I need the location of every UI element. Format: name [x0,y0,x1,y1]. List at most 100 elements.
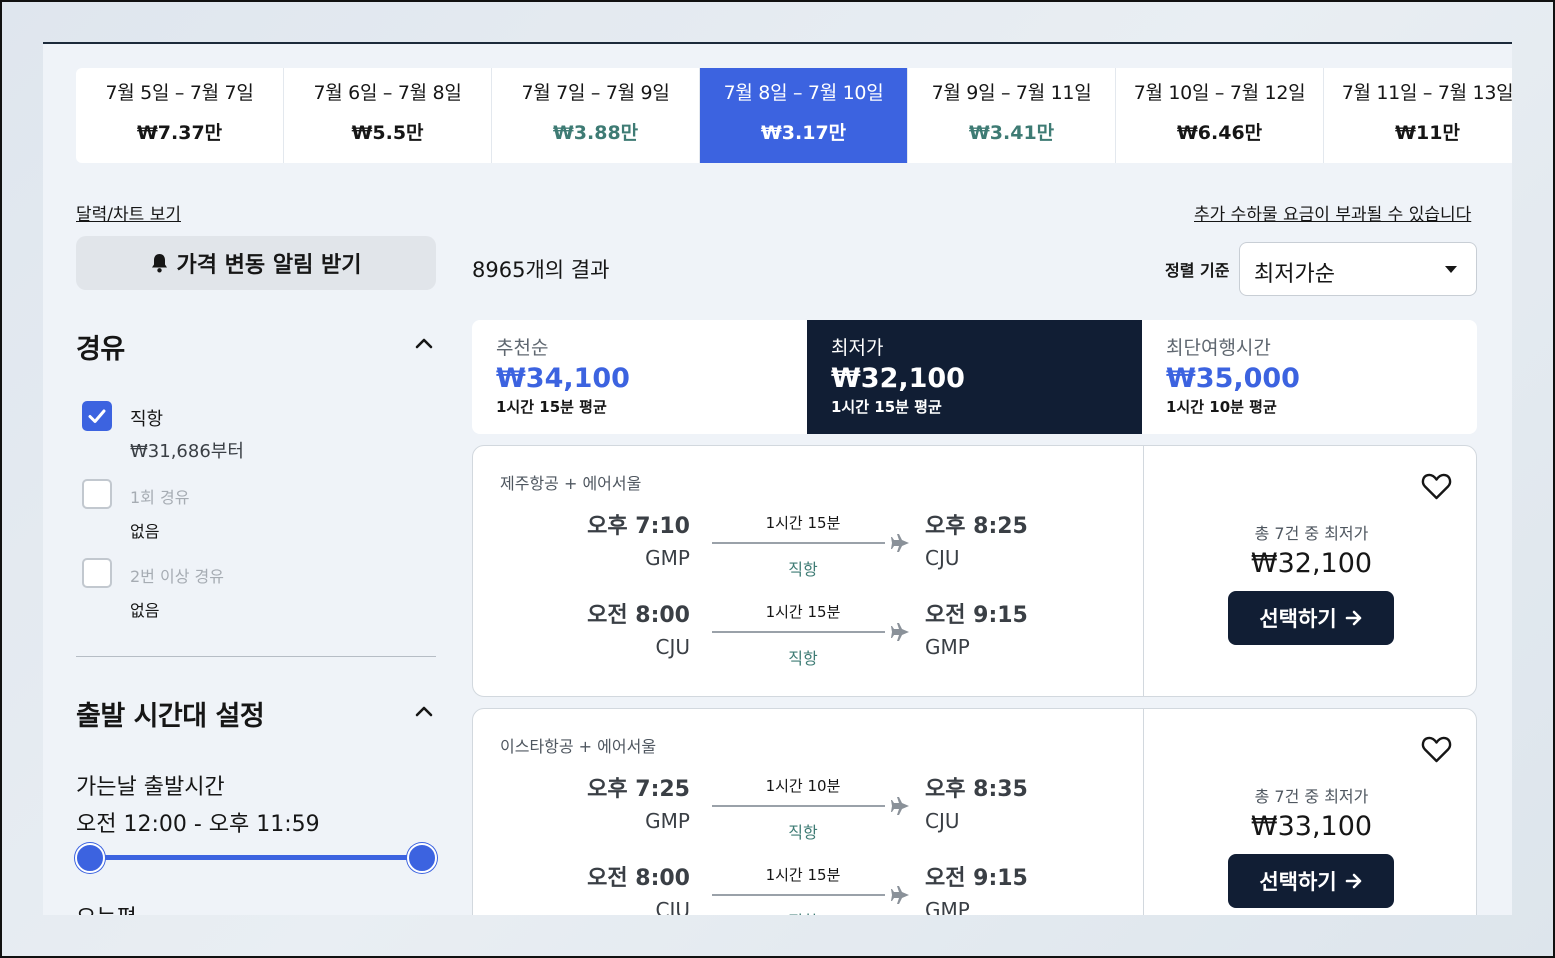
date-range: 7월 5일 – 7월 7일 [105,82,254,104]
date-option[interactable]: 7월 7일 – 7월 9일 ₩3.88만 [492,68,700,163]
stop-info: 직항 [788,823,818,842]
arrival-time: 오전 9:15 [925,866,1028,891]
tab-avg-duration: 1시간 15분 평균 [496,398,607,416]
airline-name: 이스타항공 + 에어서울 [500,737,657,756]
airplane-icon [891,534,909,552]
sort-dropdown[interactable]: 최저가순 [1239,242,1477,296]
caret-down-icon [1445,266,1457,273]
two-plus-stops-checkbox[interactable] [82,558,112,588]
flight-price: ₩32,100 [1250,548,1373,579]
date-option[interactable]: 7월 10일 – 7월 12일 ₩6.46만 [1116,68,1324,163]
airplane-icon [891,886,909,904]
date-range: 7월 9일 – 7월 11일 [931,82,1092,104]
header-border [43,42,1512,44]
airplane-icon [891,797,909,815]
flight-result-card[interactable]: 제주항공 + 에어서울 오후 7:10 GMP 1시간 15분 직항 오후 8:… [472,445,1477,697]
baggage-fee-link[interactable]: 추가 수하물 요금이 부과될 수 있습니다 [1194,200,1471,225]
date-price: ₩3.88만 [552,122,639,144]
departure-airport: CJU [655,635,690,659]
tab-recommended[interactable]: 추천순 ₩34,100 1시간 15분 평균 [472,320,807,434]
flight-duration: 1시간 15분 [765,603,841,621]
flight-duration: 1시간 10분 [765,777,841,795]
one-stop-sub: 없음 [130,522,160,541]
date-price: ₩7.37만 [136,122,223,144]
arrow-right-icon [1345,873,1361,889]
price-alert-button[interactable]: 가격 변동 알림 받기 [76,236,436,290]
cheapest-deal-text: 총 7건 중 최저가 [1254,524,1369,543]
select-button[interactable]: 선택하기 [1228,854,1394,908]
sort-tabs: 추천순 ₩34,100 1시간 15분 평균 최저가 ₩32,100 1시간 1… [472,320,1477,434]
flight-duration: 1시간 15분 [765,514,841,532]
arrival-airport: GMP [925,635,970,659]
one-stop-checkbox[interactable] [82,479,112,509]
arrival-time: 오후 8:25 [925,514,1028,539]
stops-filter-title: 경유 [76,334,125,365]
date-option-selected[interactable]: 7월 8일 – 7월 10일 ₩3.17만 [700,68,908,163]
tab-cheapest[interactable]: 최저가 ₩32,100 1시간 15분 평균 [807,320,1142,434]
flight-result-card[interactable]: 이스타항공 + 에어서울 오후 7:25 GMP 1시간 10분 직항 오후 8… [472,708,1477,915]
route-line [712,894,885,896]
date-price: ₩6.46만 [1176,122,1263,144]
arrival-airport: CJU [925,546,960,570]
chevron-up-icon[interactable] [414,704,434,718]
route-line [712,805,885,807]
check-icon [88,409,106,423]
date-range: 7월 7일 – 7월 9일 [521,82,670,104]
return-leg: 오전 8:00 CJU 1시간 15분 직항 오전 9:15 GMP [473,860,1143,915]
date-price: ₩3.17만 [760,122,847,144]
one-stop-label: 1회 경유 [130,488,190,507]
time-slider-track[interactable] [90,855,422,860]
price-panel: 총 7건 중 최저가 ₩33,100 선택하기 [1143,709,1476,915]
outbound-time-range: 오전 12:00 - 오후 11:59 [76,812,320,837]
arrival-airport: GMP [925,898,970,915]
arrival-airport: CJU [925,809,960,833]
airline-name: 제주항공 + 에어서울 [500,474,642,493]
departure-time: 오후 7:25 [587,777,690,802]
direct-price: ₩31,686부터 [130,441,244,462]
departure-airport: GMP [645,546,690,570]
tab-price: ₩34,100 [496,363,630,394]
direct-checkbox[interactable] [82,401,112,431]
date-option[interactable]: 7월 9일 – 7월 11일 ₩3.41만 [908,68,1116,163]
date-option[interactable]: 7월 5일 – 7월 7일 ₩7.37만 [76,68,284,163]
slider-handle-end[interactable] [407,843,437,873]
date-option[interactable]: 7월 11일 – 7월 13일 ₩11만 [1324,68,1512,163]
airplane-icon [891,623,909,641]
tab-label: 최저가 [831,337,884,359]
filter-divider [76,656,436,657]
price-alert-label: 가격 변동 알림 받기 [176,253,362,278]
sort-label: 정렬 기준 [1165,261,1230,280]
bell-icon [151,254,167,273]
date-range: 7월 11일 – 7월 13일 [1341,82,1512,104]
arrival-time: 오후 8:35 [925,777,1028,802]
route-line [712,542,885,544]
stop-info: 직항 [713,908,893,915]
select-button[interactable]: 선택하기 [1228,591,1394,645]
date-price: ₩11만 [1395,122,1460,144]
flight-search-page: 7월 5일 – 7월 7일 ₩7.37만 7월 6일 – 7월 8일 ₩5.5만… [43,42,1512,915]
date-range: 7월 10일 – 7월 12일 [1133,82,1306,104]
date-price: ₩5.5만 [351,122,424,144]
date-range: 7월 6일 – 7월 8일 [313,82,462,104]
date-option[interactable]: 7월 6일 – 7월 8일 ₩5.5만 [284,68,492,163]
select-button-label: 선택하기 [1259,607,1337,631]
tab-avg-duration: 1시간 10분 평균 [1166,398,1277,416]
return-departure-label: 오는편 [76,900,137,915]
departure-time: 오전 8:00 [587,603,690,628]
calendar-chart-link[interactable]: 달력/차트 보기 [76,200,181,225]
heart-icon[interactable] [1421,472,1452,501]
sort-value: 최저가순 [1254,262,1335,287]
arrow-right-icon [1345,610,1361,626]
heart-icon[interactable] [1421,735,1452,764]
tab-avg-duration: 1시간 15분 평균 [831,398,942,416]
outbound-leg: 오후 7:10 GMP 1시간 15분 직항 오후 8:25 CJU [473,508,1143,588]
stop-info: 직항 [788,649,818,668]
tab-price: ₩32,100 [831,363,965,394]
chevron-up-icon[interactable] [414,336,434,350]
price-panel: 총 7건 중 최저가 ₩32,100 선택하기 [1143,446,1476,696]
tab-label: 추천순 [496,337,549,359]
tab-fastest[interactable]: 최단여행시간 ₩35,000 1시간 10분 평균 [1142,320,1477,434]
date-price: ₩3.41만 [968,122,1055,144]
flight-price: ₩33,100 [1250,811,1373,842]
slider-handle-start[interactable] [75,843,105,873]
